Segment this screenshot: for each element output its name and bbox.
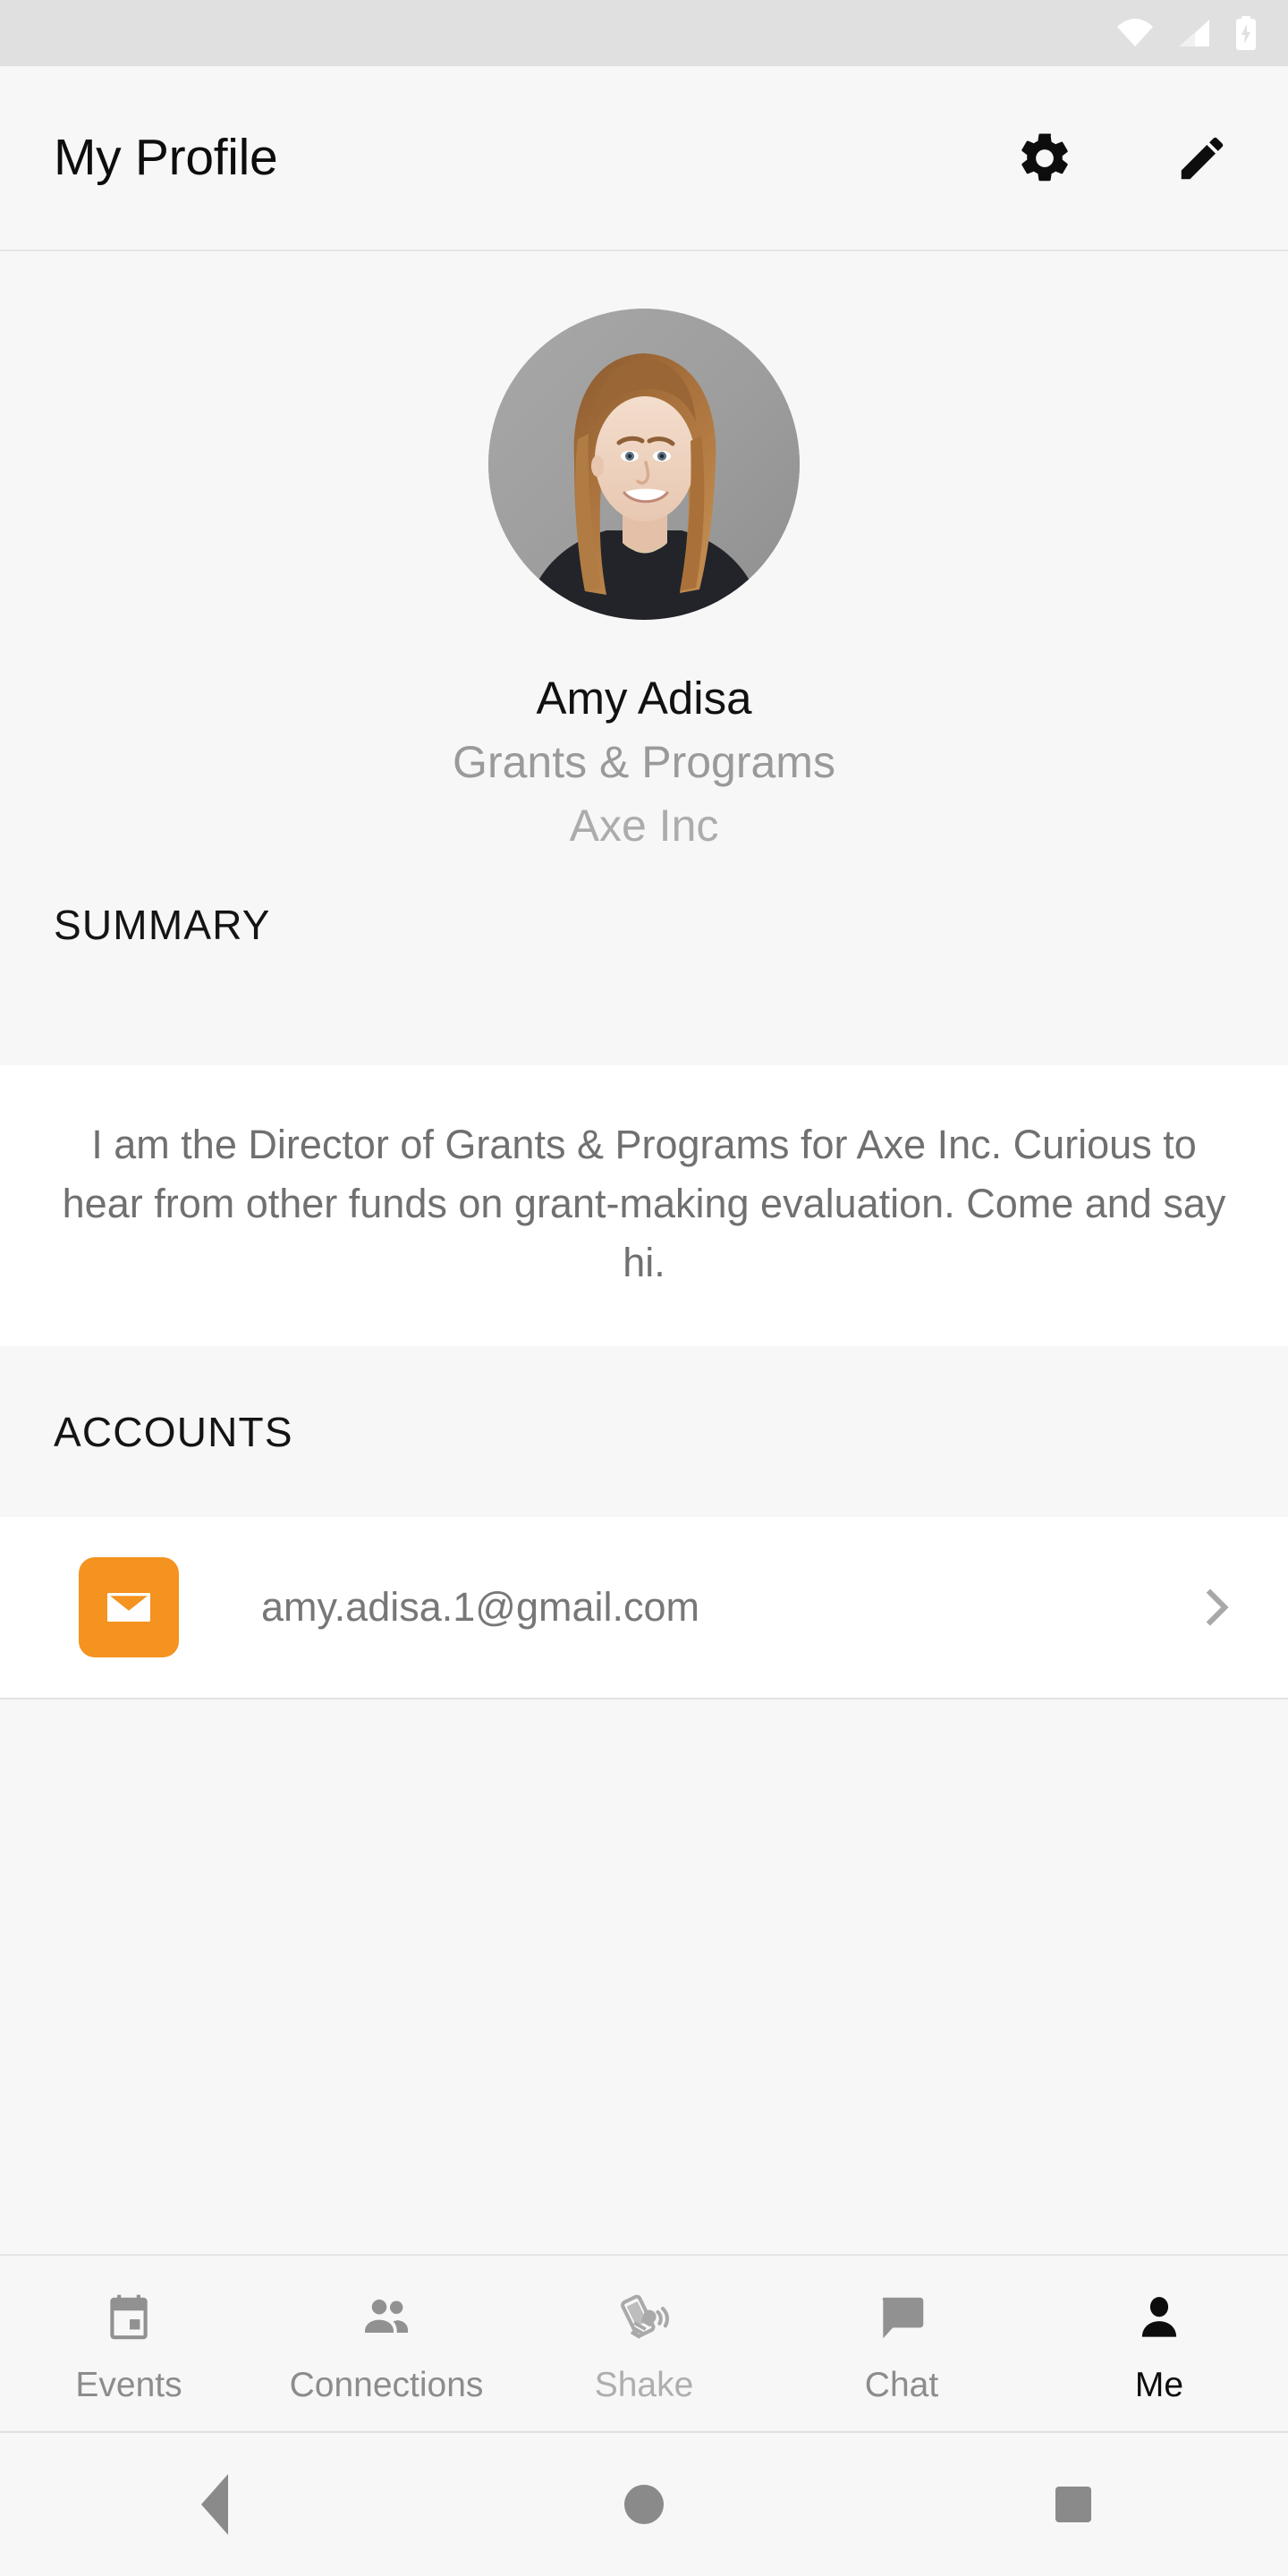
edit-profile-button[interactable] xyxy=(1166,123,1238,194)
tab-label-shake: Shake xyxy=(594,2365,694,2404)
account-email-label: amy.adisa.1@gmail.com xyxy=(261,1584,700,1631)
tab-label-chat: Chat xyxy=(864,2365,939,2404)
profile-role: Grants & Programs xyxy=(453,737,835,788)
app-bar: My Profile xyxy=(0,66,1288,251)
pencil-icon xyxy=(1174,131,1230,186)
person-icon xyxy=(1131,2285,1187,2351)
home-button[interactable] xyxy=(429,2485,859,2524)
profile-name: Amy Adisa xyxy=(536,673,752,724)
tab-chat[interactable]: Chat xyxy=(773,2256,1030,2431)
summary-card: I am the Director of Grants & Programs f… xyxy=(0,1065,1288,1347)
tab-me[interactable]: Me xyxy=(1030,2256,1288,2431)
recents-button[interactable] xyxy=(859,2487,1288,2522)
tab-label-events: Events xyxy=(75,2365,182,2404)
android-nav-bar xyxy=(0,2433,1288,2576)
status-bar xyxy=(0,0,1288,66)
chevron-right-icon[interactable] xyxy=(1188,1579,1245,1636)
bottom-tab-bar: Events Connections Shake Chat Me xyxy=(0,2254,1288,2433)
profile-company: Axe Inc xyxy=(569,801,719,852)
profile-content: Amy Adisa Grants & Programs Axe Inc SUMM… xyxy=(0,251,1288,2254)
summary-section-header: SUMMARY xyxy=(0,851,1288,1066)
phone-screen: My Profile Amy Adisa Grants & Programs A… xyxy=(0,0,1288,2576)
battery-charging-icon xyxy=(1234,16,1258,50)
back-triangle-icon xyxy=(201,2474,228,2535)
tab-shake[interactable]: Shake xyxy=(515,2256,773,2431)
tab-events[interactable]: Events xyxy=(0,2256,258,2431)
recents-square-icon xyxy=(1055,2487,1091,2522)
tab-connections[interactable]: Connections xyxy=(258,2256,515,2431)
empty-space xyxy=(0,1699,1288,2254)
summary-text: I am the Director of Grants & Programs f… xyxy=(62,1122,1226,1286)
email-icon xyxy=(79,1557,179,1658)
avatar[interactable] xyxy=(488,309,800,620)
gear-icon xyxy=(1015,129,1074,188)
tab-label-connections: Connections xyxy=(289,2365,484,2404)
profile-header: Amy Adisa Grants & Programs Axe Inc xyxy=(0,251,1288,852)
wifi-icon xyxy=(1116,19,1154,47)
settings-button[interactable] xyxy=(1009,123,1080,194)
account-row-email[interactable]: amy.adisa.1@gmail.com xyxy=(0,1517,1288,1700)
page-title: My Profile xyxy=(54,129,278,186)
shake-phone-icon xyxy=(614,2285,674,2351)
speech-bubble-icon xyxy=(874,2285,929,2351)
home-circle-icon xyxy=(624,2485,664,2524)
people-icon xyxy=(358,2285,415,2351)
cellular-signal-icon xyxy=(1177,19,1211,47)
app-bar-actions xyxy=(1009,123,1238,194)
accounts-section-header: ACCOUNTS xyxy=(0,1346,1288,1518)
calendar-icon xyxy=(101,2285,157,2351)
profile-photo xyxy=(488,309,800,620)
tab-label-me: Me xyxy=(1134,2365,1184,2404)
back-button[interactable] xyxy=(0,2474,429,2535)
status-bar-icons xyxy=(1116,16,1258,50)
